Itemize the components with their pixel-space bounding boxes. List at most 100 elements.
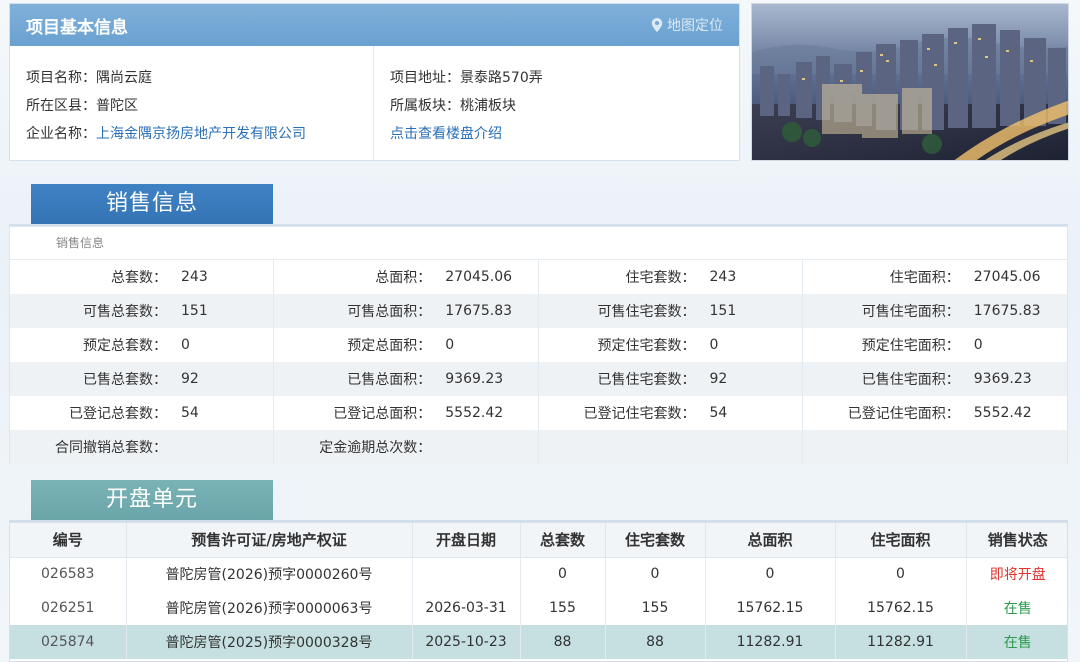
map-location-link[interactable]: 地图定位	[651, 15, 723, 35]
sales-cell-label: 住宅套数：	[625, 270, 696, 286]
intro-row: 点击查看楼盘介绍	[390, 120, 723, 148]
table-row[interactable]: 026583 普陀房管(2026)预字0000260号 0 0 0 0 即将开盘	[10, 557, 1067, 591]
sales-cell: 已登记总面积： 5552.42	[274, 396, 539, 430]
sales-cell	[802, 430, 1067, 464]
units-cell: 155	[520, 591, 606, 625]
sales-cell-label: 可售总面积：	[347, 304, 432, 320]
units-cell: 普陀房管(2026)预字0000063号	[126, 591, 413, 625]
units-column-header: 总套数	[520, 523, 606, 558]
sales-cell-label: 已售住宅面积：	[861, 372, 960, 388]
sales-cell-value: 17675.83	[445, 303, 513, 319]
units-column-header: 总面积	[705, 523, 836, 558]
sales-cell: 可售住宅套数： 151	[538, 294, 803, 328]
view-intro-link[interactable]: 点击查看楼盘介绍	[390, 126, 502, 142]
sales-cell-value: 54	[709, 405, 728, 421]
units-column-header: 预售许可证/房地产权证	[126, 523, 413, 558]
units-column-header: 开盘日期	[412, 523, 521, 558]
map-location-label[interactable]: 地图定位	[667, 15, 723, 35]
sales-cell-label: 总套数：	[111, 270, 167, 286]
units-cell: 155	[605, 591, 706, 625]
sales-cell-value: 92	[709, 371, 728, 387]
sales-cell-label: 合同撤销总套数：	[55, 440, 167, 456]
address-row: 项目地址：景泰路570弄	[390, 64, 723, 92]
sales-cell: 已登记总套数： 54	[10, 396, 275, 430]
sales-cell-label: 可售住宅面积：	[861, 304, 960, 320]
sales-cell: 已售住宅面积： 9369.23	[802, 362, 1067, 396]
sales-cell-value: 243	[709, 269, 737, 285]
sales-cell-value: 9369.23	[445, 371, 504, 387]
tab-sales-info[interactable]: 销售信息	[31, 184, 273, 224]
sales-cell: 可售总面积： 17675.83	[274, 294, 539, 328]
sales-cell-label: 已售总面积：	[347, 372, 432, 388]
sales-cell-value: 0	[181, 337, 190, 353]
units-cell: 026251	[10, 591, 127, 625]
units-cell: 026583	[10, 557, 127, 591]
sales-cell-label: 已售总套数：	[83, 372, 167, 388]
sales-cell: 住宅套数： 243	[539, 260, 803, 294]
sales-cell: 合同撤销总套数：	[10, 430, 275, 464]
sales-cell-label: 已售住宅套数：	[597, 372, 696, 388]
sales-cell-value: 17675.83	[973, 303, 1041, 319]
sales-cell: 住宅面积： 27045.06	[803, 260, 1067, 294]
units-cell: 0	[605, 557, 706, 591]
sales-cell: 已售总面积： 9369.23	[274, 362, 539, 396]
company-row: 企业名称：上海金隅京扬房地产开发有限公司	[26, 120, 357, 148]
sales-cell-value: 151	[181, 303, 208, 319]
sales-cell: 已售总套数： 92	[10, 362, 275, 396]
sales-cell-value: 0	[709, 337, 719, 353]
units-cell: 2026-03-31	[412, 591, 521, 625]
units-cell: 普陀房管(2025)预字0000328号	[126, 625, 413, 659]
sale-status-badge: 在售	[1003, 601, 1032, 617]
address-label: 项目地址：	[390, 70, 460, 86]
sales-info-tab-strip: 销售信息	[9, 184, 1068, 226]
sales-info-card: 销售信息 总套数： 243 总面积： 27045.06 住宅套数： 243 住宅面积： 270…	[9, 226, 1068, 464]
units-cell: 15762.15	[835, 591, 967, 625]
sales-cell-value: 5552.42	[445, 405, 504, 421]
project-name-row: 项目名称：隅尚云庭	[26, 64, 357, 92]
table-row[interactable]: 025874 普陀房管(2025)预字0000328号 2025-10-23 88 88…	[10, 625, 1067, 659]
tab-opening-units[interactable]: 开盘单元	[31, 480, 273, 520]
sales-cell: 已登记住宅面积： 5552.42	[803, 396, 1067, 430]
sales-cell: 已售住宅套数： 92	[538, 362, 803, 396]
sales-cell: 总套数： 243	[10, 260, 275, 294]
sales-cell-value: 92	[181, 371, 199, 387]
sales-cell: 预定住宅面积： 0	[803, 328, 1067, 362]
sales-cell-label: 可售总套数：	[83, 304, 167, 320]
company-link[interactable]: 上海金隅京扬房地产开发有限公司	[96, 126, 306, 142]
sales-cell-label: 总面积：	[375, 270, 432, 286]
sales-cell-label: 定金逾期总次数：	[319, 440, 432, 456]
project-info-card: 项目基本信息 地图定位 项目名称：隅尚云庭 所在区县：普陀区 企业名称：上海金隅…	[9, 3, 740, 161]
sales-cell: 可售住宅面积： 17675.83	[802, 294, 1067, 328]
units-cell: 普陀房管(2026)预字0000260号	[126, 557, 413, 591]
units-cell: 2025-10-23	[412, 625, 521, 659]
sales-cell-value: 0	[445, 337, 455, 353]
sales-cell-value: 151	[709, 303, 737, 319]
units-table-card: 编号 预售许可证/房地产权证 开盘日期 总套数 住宅套数 总面积 住宅面积 销售状态 0265…	[9, 522, 1068, 662]
table-row[interactable]: 026251 普陀房管(2026)预字0000063号 2026-03-31 155 1…	[10, 591, 1067, 625]
district-value: 普陀区	[96, 98, 138, 114]
units-table: 编号 预售许可证/房地产权证 开盘日期 总套数 住宅套数 总面积 住宅面积 销售状态 0265…	[10, 523, 1067, 659]
district-row: 所在区县：普陀区	[26, 92, 357, 120]
sales-cell-label: 已登记总面积：	[333, 406, 432, 422]
address-value: 景泰路570弄	[460, 70, 543, 86]
project-info-right-column: 项目地址：景泰路570弄 所属板块：桃浦板块 点击查看楼盘介绍	[374, 46, 739, 160]
district-label: 所在区县：	[26, 98, 96, 114]
map-pin-icon	[651, 18, 663, 32]
sales-cell-label: 预定总套数：	[83, 338, 167, 354]
sales-cell-label: 预定总面积：	[347, 338, 432, 354]
sales-cell-value: 0	[973, 337, 983, 353]
units-cell: 0	[835, 557, 967, 591]
project-info-header: 项目基本信息 地图定位	[10, 4, 739, 46]
sales-cell: 总面积： 27045.06	[274, 260, 539, 294]
units-column-header: 销售状态	[966, 523, 1067, 558]
block-row: 所属板块：桃浦板块	[390, 92, 723, 120]
block-value: 桃浦板块	[460, 98, 516, 114]
sales-cell: 已登记住宅套数： 54	[539, 396, 803, 430]
project-name-value: 隅尚云庭	[96, 70, 152, 86]
units-cell: 11282.91	[705, 625, 836, 659]
units-column-header: 编号	[10, 523, 127, 558]
units-cell: 0	[520, 557, 606, 591]
project-info-left-column: 项目名称：隅尚云庭 所在区县：普陀区 企业名称：上海金隅京扬房地产开发有限公司	[10, 46, 374, 160]
cityscape-image	[752, 4, 1068, 160]
sales-cell: 预定总套数： 0	[10, 328, 275, 362]
